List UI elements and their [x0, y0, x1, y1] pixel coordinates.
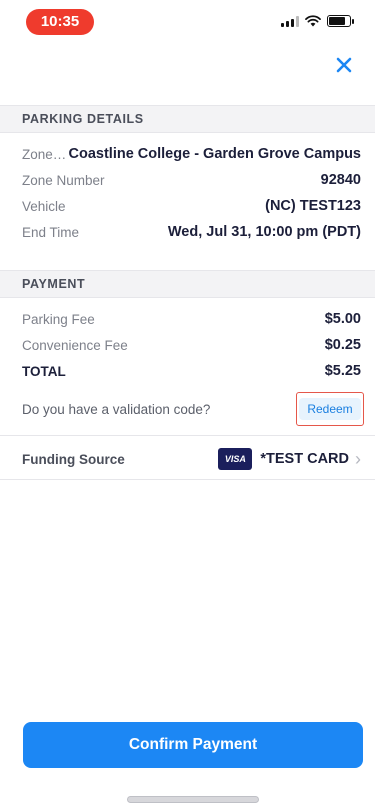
chevron-right-icon: ›: [355, 448, 361, 469]
convenience-fee-value: $0.25: [324, 337, 361, 353]
visa-card-icon: VISA: [218, 448, 253, 470]
card-name: *TEST CARD: [260, 451, 349, 467]
total-row: TOTAL $5.25: [22, 359, 361, 383]
convenience-fee-row: Convenience Fee $0.25: [22, 333, 361, 357]
total-value: $5.25: [324, 363, 361, 379]
funding-source-row[interactable]: Funding Source VISA *TEST CARD ›: [22, 446, 361, 472]
zone-name-value: Coastline College - Garden Grove Campus: [68, 146, 362, 162]
parking-fee-row: Parking Fee $5.00: [22, 307, 361, 331]
funding-source-label: Funding Source: [22, 451, 125, 467]
divider: [0, 479, 375, 480]
parking-details-header: PARKING DETAILS: [0, 105, 375, 133]
end-time-label: End Time: [22, 224, 80, 240]
vehicle-row: Vehicle (NC) TEST123: [22, 194, 361, 218]
zone-number-row: Zone Number 92840: [22, 168, 361, 192]
parking-fee-label: Parking Fee: [22, 311, 95, 327]
vehicle-label: Vehicle: [22, 198, 66, 214]
confirm-payment-button[interactable]: Confirm Payment: [23, 722, 363, 768]
zone-number-value: 92840: [320, 172, 361, 188]
redeem-button[interactable]: Redeem: [299, 398, 361, 420]
status-time: 10:35: [26, 9, 94, 35]
battery-icon: [327, 15, 354, 27]
end-time-row: End Time Wed, Jul 31, 10:00 pm (PDT): [22, 220, 361, 244]
close-icon[interactable]: [333, 54, 355, 76]
funding-source-value: VISA *TEST CARD ›: [218, 448, 361, 470]
zone-number-label: Zone Number: [22, 172, 105, 188]
end-time-value: Wed, Jul 31, 10:00 pm (PDT): [167, 224, 361, 240]
validation-row: Do you have a validation code?: [22, 397, 285, 421]
parking-fee-value: $5.00: [324, 311, 361, 327]
cellular-signal-icon: [281, 15, 299, 27]
total-label: TOTAL: [22, 363, 66, 379]
zone-name-row: Zone N... Coastline College - Garden Gro…: [22, 142, 361, 166]
divider: [0, 435, 375, 436]
redeem-highlight: Redeem: [296, 392, 364, 426]
status-bar: 10:35: [0, 0, 375, 44]
home-indicator: [127, 796, 259, 803]
vehicle-value: (NC) TEST123: [265, 198, 361, 214]
payment-header: PAYMENT: [0, 270, 375, 298]
zone-name-label: Zone N...: [22, 146, 69, 162]
convenience-fee-label: Convenience Fee: [22, 337, 128, 353]
status-icons: [281, 15, 354, 27]
validation-question: Do you have a validation code?: [22, 401, 211, 417]
wifi-icon: [305, 15, 321, 27]
